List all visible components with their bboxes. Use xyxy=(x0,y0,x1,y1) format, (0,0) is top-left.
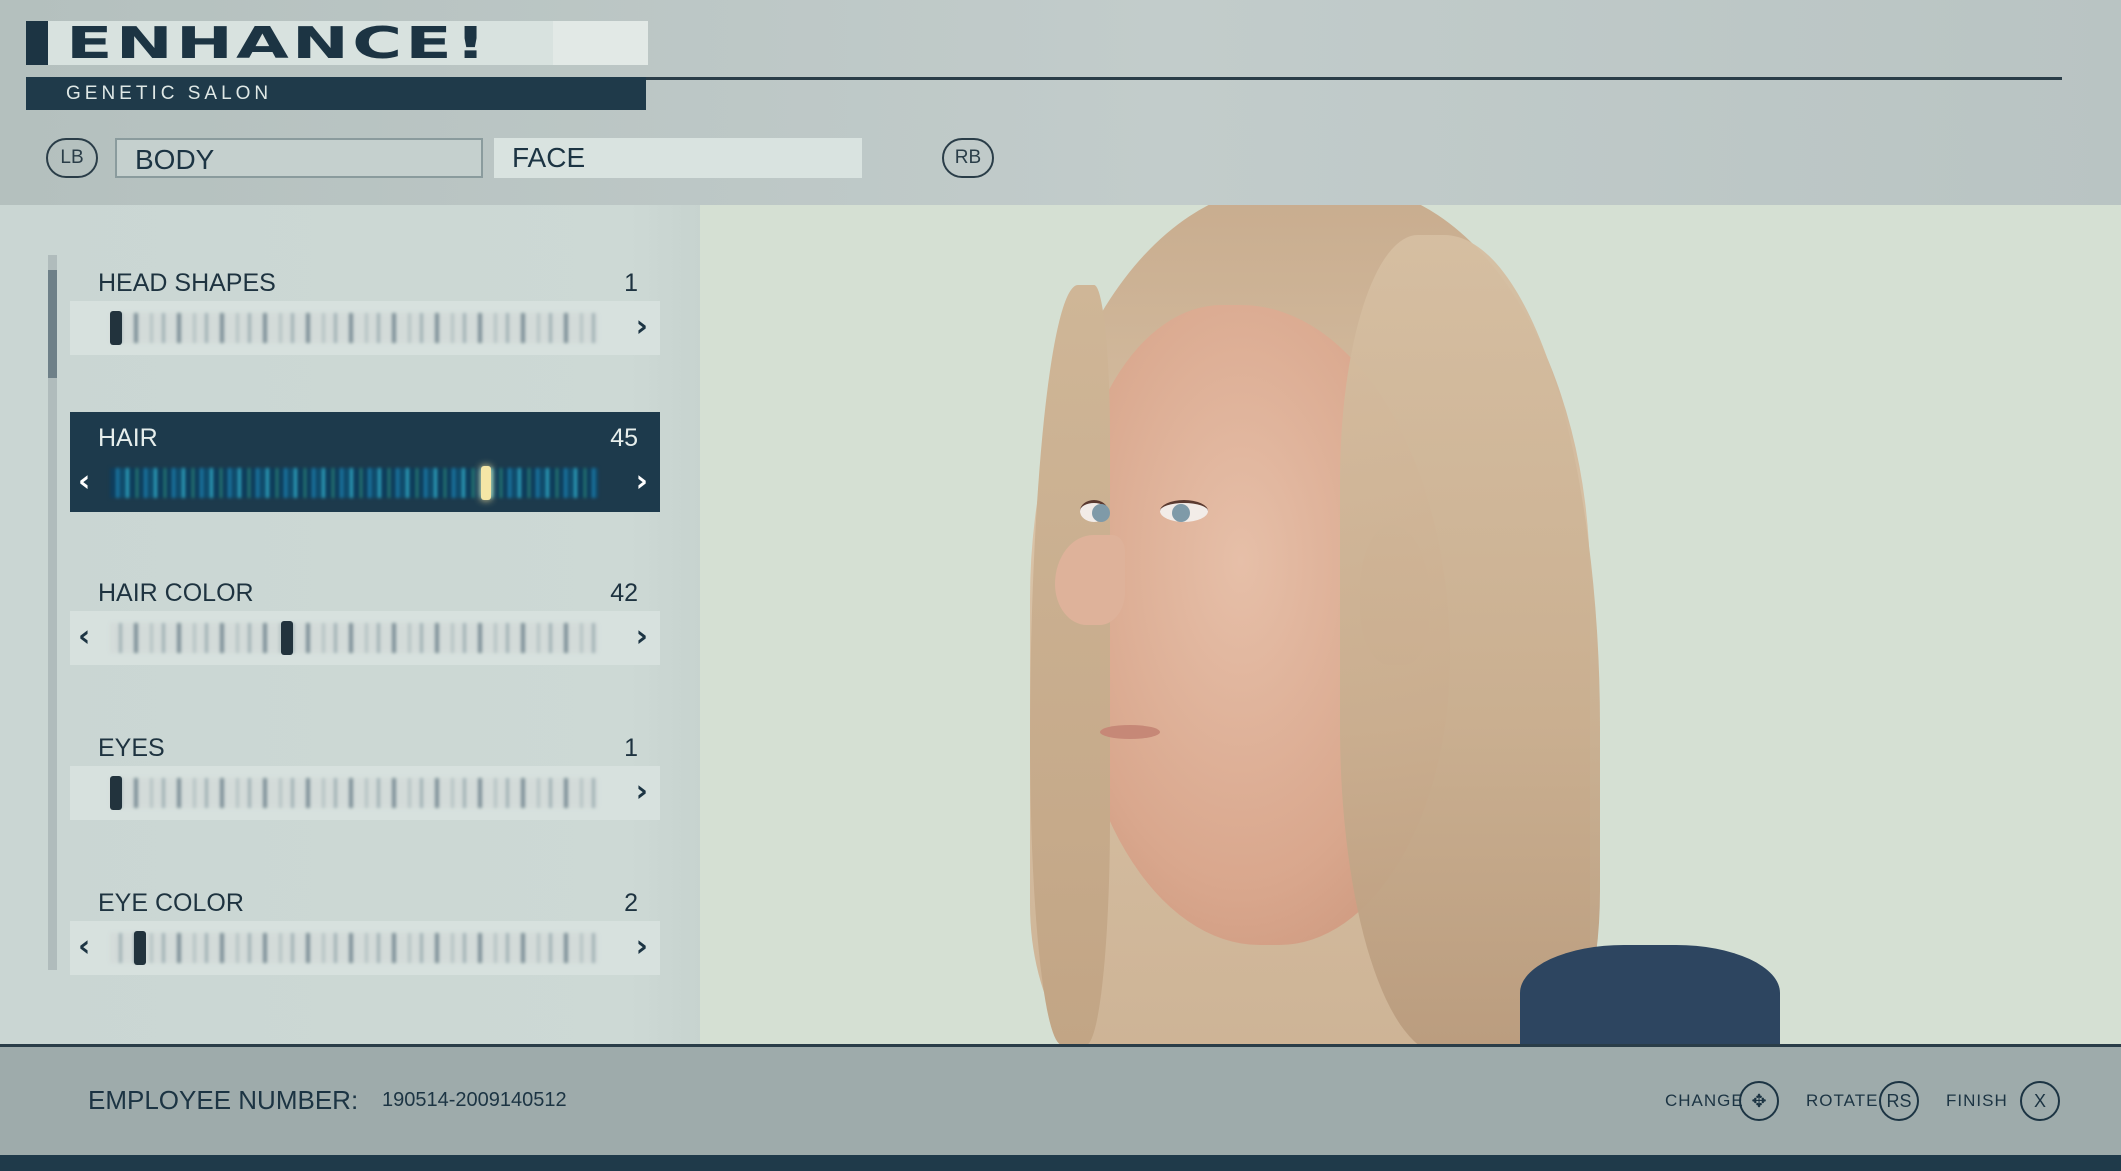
option-slider[interactable]: ‹ › xyxy=(70,921,660,975)
chevron-left-icon[interactable]: ‹ xyxy=(78,464,90,499)
option-slider[interactable]: › xyxy=(70,301,660,355)
subtitle-bar: GENETIC SALON xyxy=(26,77,646,110)
lips xyxy=(1100,725,1160,739)
character-preview[interactable] xyxy=(700,205,2121,1045)
rb-button[interactable]: RB xyxy=(942,138,994,178)
footer: EMPLOYEE NUMBER: 190514-2009140512 CHANG… xyxy=(0,1047,2121,1155)
change-label: CHANGE xyxy=(1665,1091,1744,1110)
chevron-right-icon[interactable]: › xyxy=(636,619,648,654)
rotate-label: ROTATE xyxy=(1806,1091,1879,1110)
option-label: HAIR COLOR xyxy=(98,579,254,607)
option-hair-color[interactable]: HAIR COLOR 42 ‹ › xyxy=(70,575,660,675)
tab-body[interactable]: BODY xyxy=(115,138,483,178)
employee-number-value: 190514-2009140512 xyxy=(382,1089,567,1111)
eye-near xyxy=(1160,500,1208,522)
chevron-right-icon[interactable]: › xyxy=(636,464,648,499)
lb-button[interactable]: LB xyxy=(46,138,98,178)
option-head-shapes[interactable]: HEAD SHAPES 1 › xyxy=(70,265,660,365)
header-divider xyxy=(646,77,2062,80)
slider-knob[interactable] xyxy=(481,466,492,500)
hair-strand-left xyxy=(1030,285,1110,1045)
slider-strip xyxy=(110,778,598,808)
option-label: EYES xyxy=(98,734,165,762)
x-button[interactable]: X xyxy=(2020,1081,2060,1121)
option-slider[interactable]: ‹ › xyxy=(70,611,660,665)
option-value: 42 xyxy=(610,579,638,607)
hair-front xyxy=(1340,235,1600,1045)
chevron-left-icon[interactable]: ‹ xyxy=(78,929,90,964)
tab-face[interactable]: FACE xyxy=(494,138,862,178)
employee-number-label: EMPLOYEE NUMBER: xyxy=(88,1085,359,1115)
slider-knob[interactable] xyxy=(110,776,122,810)
option-hair[interactable]: HAIR 45 ‹ › xyxy=(70,412,660,512)
option-eye-color[interactable]: EYE COLOR 2 ‹ › xyxy=(70,885,660,985)
chevron-right-icon[interactable]: › xyxy=(636,774,648,809)
option-slider[interactable]: ‹ › xyxy=(70,456,660,510)
finish-label: FINISH xyxy=(1946,1091,2008,1110)
option-value: 45 xyxy=(610,424,638,452)
option-label: EYE COLOR xyxy=(98,889,244,917)
dpad-icon[interactable]: ✥ xyxy=(1739,1081,1779,1121)
slider-knob[interactable] xyxy=(110,311,122,345)
logo-box: ENHANCE! xyxy=(26,18,648,69)
nose xyxy=(1055,535,1125,625)
option-label: HAIR xyxy=(98,424,158,452)
option-label: HEAD SHAPES xyxy=(98,269,276,297)
header: ENHANCE! GENETIC SALON LB BODY FACE RB xyxy=(0,0,2121,205)
slider-knob[interactable] xyxy=(133,931,146,965)
chevron-right-icon[interactable]: › xyxy=(636,929,648,964)
page-subtitle: GENETIC SALON xyxy=(66,83,273,104)
footer-bar xyxy=(0,1155,2121,1171)
option-eyes[interactable]: EYES 1 › xyxy=(70,730,660,830)
option-value: 2 xyxy=(624,889,638,917)
rs-button[interactable]: RS xyxy=(1879,1081,1919,1121)
chevron-left-icon[interactable]: ‹ xyxy=(78,619,90,654)
slider-strip xyxy=(110,313,598,343)
eye-far xyxy=(1080,500,1110,522)
scrollbar-thumb[interactable] xyxy=(48,270,57,378)
slider-strip xyxy=(110,623,598,653)
logo: ENHANCE! xyxy=(66,18,490,69)
option-value: 1 xyxy=(624,269,638,297)
option-value: 1 xyxy=(624,734,638,762)
shirt xyxy=(1520,945,1780,1045)
slider-knob[interactable] xyxy=(281,621,294,655)
chevron-right-icon[interactable]: › xyxy=(636,309,648,344)
slider-strip xyxy=(110,468,598,498)
option-slider[interactable]: › xyxy=(70,766,660,820)
slider-strip xyxy=(110,933,598,963)
